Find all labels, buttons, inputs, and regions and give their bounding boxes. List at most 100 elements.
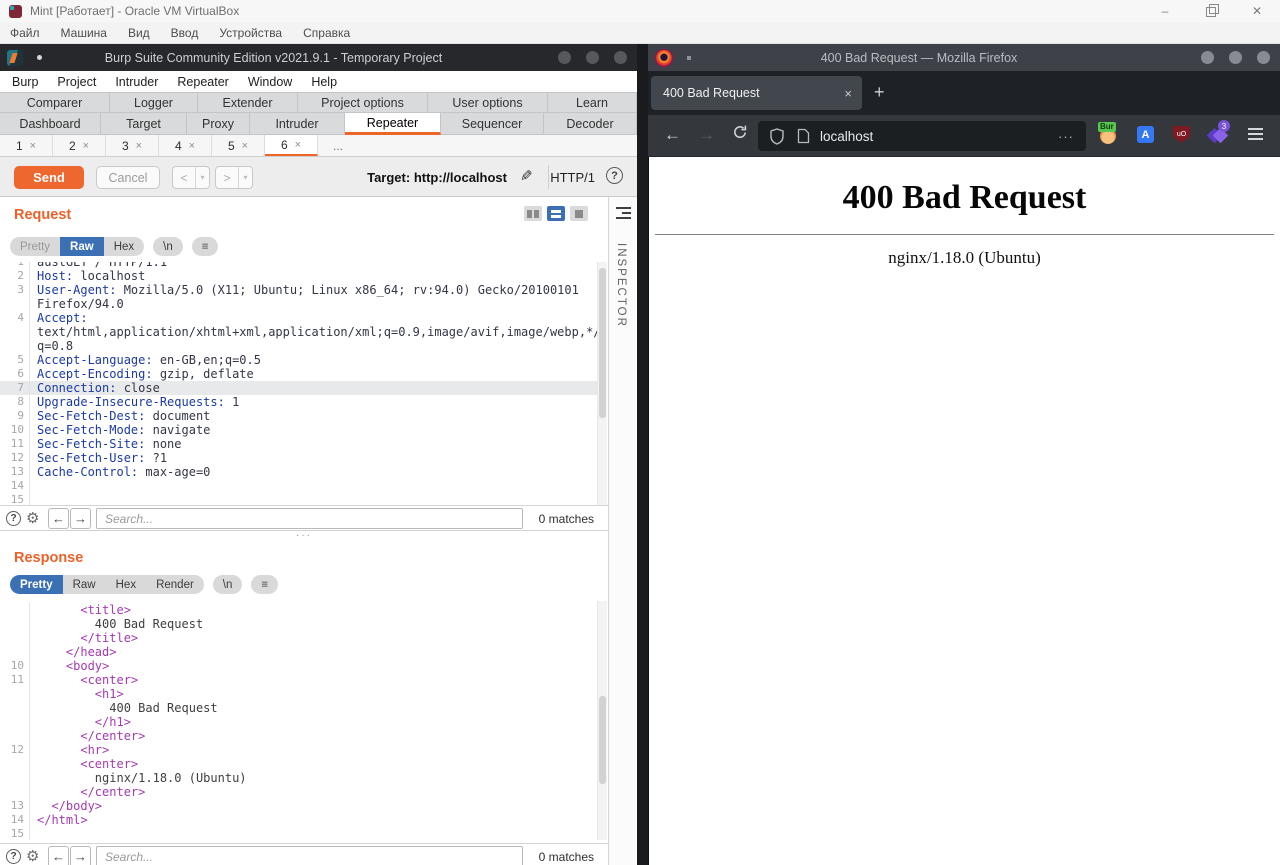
code-line[interactable]: 11 <center>	[0, 673, 597, 687]
tab-project-options[interactable]: Project options	[298, 92, 428, 113]
close-icon[interactable]: ×	[83, 140, 89, 152]
minimize-button[interactable]: –	[1142, 0, 1188, 22]
page-actions-icon[interactable]: ···	[1058, 129, 1074, 144]
tab-dashboard[interactable]: Dashboard	[0, 113, 101, 135]
code-line[interactable]: 13Cache-Control: max-age=0	[0, 465, 597, 479]
vb-menu-machine[interactable]: Машина	[61, 26, 107, 40]
next-match-button[interactable]: →	[70, 846, 91, 865]
gear-icon[interactable]: ⚙	[26, 509, 39, 527]
code-line[interactable]: text/html,application/xhtml+xml,applicat…	[0, 325, 597, 339]
shield-icon[interactable]	[770, 128, 784, 145]
menu-intruder[interactable]: Intruder	[115, 75, 158, 89]
forward-button[interactable]: →	[698, 125, 715, 145]
code-line[interactable]: </head>	[0, 645, 597, 659]
edit-target-icon[interactable]: ✎	[520, 167, 533, 185]
repeater-tab-5[interactable]: 5×	[212, 135, 265, 156]
code-line[interactable]: </center>	[0, 729, 597, 743]
newline-toggle[interactable]: \n	[153, 237, 183, 256]
editor-menu-button[interactable]: ≡	[251, 575, 278, 594]
code-line[interactable]: 3User-Agent: Mozilla/5.0 (X11; Ubuntu; L…	[0, 283, 597, 297]
layout-rows-button[interactable]	[547, 206, 565, 221]
response-tab-render[interactable]: Render	[146, 575, 204, 594]
page-info-icon[interactable]	[797, 128, 810, 144]
hamburger-menu-icon[interactable]	[1248, 128, 1263, 143]
response-tab-pretty[interactable]: Pretty	[10, 575, 63, 594]
code-line[interactable]: 8Upgrade-Insecure-Requests: 1	[0, 395, 597, 409]
code-line[interactable]: 13 </body>	[0, 799, 597, 813]
url-text[interactable]: localhost	[820, 129, 1058, 144]
code-line[interactable]: nginx/1.18.0 (Ubuntu)	[0, 771, 597, 785]
forward-history-icon[interactable]: >	[216, 167, 239, 188]
inspector-collapse-icon[interactable]	[616, 207, 631, 222]
vb-menu-help[interactable]: Справка	[303, 26, 350, 40]
code-line[interactable]: 14</html>	[0, 813, 597, 827]
close-icon[interactable]: ×	[295, 139, 301, 151]
forward-history-button[interactable]: > ▾	[215, 166, 253, 189]
tab-comparer[interactable]: Comparer	[0, 92, 110, 113]
code-line[interactable]: q=0.8	[0, 339, 597, 353]
code-line[interactable]: 15	[0, 493, 597, 505]
tab-proxy[interactable]: Proxy	[187, 113, 250, 135]
help-icon[interactable]: ?	[6, 849, 21, 864]
close-icon[interactable]: ×	[189, 140, 195, 152]
translate-extension-icon[interactable]: A	[1137, 126, 1154, 143]
minimize-button[interactable]	[558, 51, 571, 64]
code-line[interactable]: <center>	[0, 757, 597, 771]
close-icon[interactable]: ×	[242, 140, 248, 152]
maximize-button[interactable]	[1229, 51, 1242, 64]
request-tab-pretty[interactable]: Pretty	[10, 237, 60, 256]
close-icon[interactable]: ×	[136, 140, 142, 152]
send-button[interactable]: Send	[14, 166, 84, 189]
next-match-button[interactable]: →	[70, 508, 91, 529]
menu-window[interactable]: Window	[248, 75, 292, 89]
maximize-button[interactable]	[586, 51, 599, 64]
tab-logger[interactable]: Logger	[110, 92, 198, 113]
code-line[interactable]: 9Sec-Fetch-Dest: document	[0, 409, 597, 423]
response-search-input[interactable]	[96, 846, 523, 865]
http-version-selector[interactable]: HTTP/1	[550, 170, 595, 185]
code-line[interactable]: Firefox/94.0	[0, 297, 597, 311]
chevron-down-icon[interactable]: ▾	[196, 167, 209, 188]
code-line[interactable]: 10Sec-Fetch-Mode: navigate	[0, 423, 597, 437]
menu-repeater[interactable]: Repeater	[177, 75, 228, 89]
code-line[interactable]: </center>	[0, 785, 597, 799]
tab-user-options[interactable]: User options	[428, 92, 548, 113]
code-line[interactable]: 14	[0, 479, 597, 493]
code-line[interactable]: </h1>	[0, 715, 597, 729]
repeater-tab-1[interactable]: 1×	[0, 135, 53, 156]
help-icon[interactable]: ?	[6, 511, 21, 526]
tab-close-icon[interactable]: ×	[844, 86, 852, 101]
code-line[interactable]: 10 <body>	[0, 659, 597, 673]
gear-icon[interactable]: ⚙	[26, 847, 39, 865]
tab-extender[interactable]: Extender	[198, 92, 298, 113]
repeater-more-tabs[interactable]: ...	[318, 135, 358, 156]
menu-burp[interactable]: Burp	[12, 75, 38, 89]
code-line[interactable]: 7Connection: close	[0, 381, 597, 395]
request-search-input[interactable]	[96, 508, 523, 529]
minimize-button[interactable]	[1201, 51, 1214, 64]
prev-match-button[interactable]: ←	[48, 508, 69, 529]
url-bar[interactable]: localhost ···	[758, 121, 1086, 151]
reload-button[interactable]	[732, 124, 748, 145]
code-line[interactable]: 5Accept-Language: en-GB,en;q=0.5	[0, 353, 597, 367]
layout-single-button[interactable]	[570, 206, 588, 221]
response-editor[interactable]: <title> 400 Bad Request </title> </head>…	[0, 601, 597, 840]
menu-project[interactable]: Project	[57, 75, 96, 89]
proxy-extension-icon[interactable]: Bur	[1100, 126, 1118, 144]
code-line[interactable]: 15	[0, 827, 597, 840]
tab-repeater[interactable]: Repeater	[345, 113, 441, 135]
layout-columns-button[interactable]	[524, 206, 542, 221]
wappalyzer-extension-icon[interactable]: 3	[1208, 126, 1226, 144]
chevron-down-icon[interactable]: ▾	[239, 167, 252, 188]
back-history-icon[interactable]: <	[173, 167, 196, 188]
request-tab-raw[interactable]: Raw	[60, 237, 104, 256]
back-history-button[interactable]: < ▾	[172, 166, 210, 189]
back-button[interactable]: ←	[664, 125, 681, 145]
code-line[interactable]: 400 Bad Request	[0, 701, 597, 715]
browser-tab-active[interactable]: 400 Bad Request ×	[651, 76, 862, 110]
tab-decoder[interactable]: Decoder	[544, 113, 637, 135]
tab-intruder[interactable]: Intruder	[250, 113, 345, 135]
code-line[interactable]: <h1>	[0, 687, 597, 701]
close-button[interactable]: ✕	[1234, 0, 1280, 22]
request-editor[interactable]: 1austGET / HTTP/1.12Host: localhost3User…	[0, 262, 597, 505]
